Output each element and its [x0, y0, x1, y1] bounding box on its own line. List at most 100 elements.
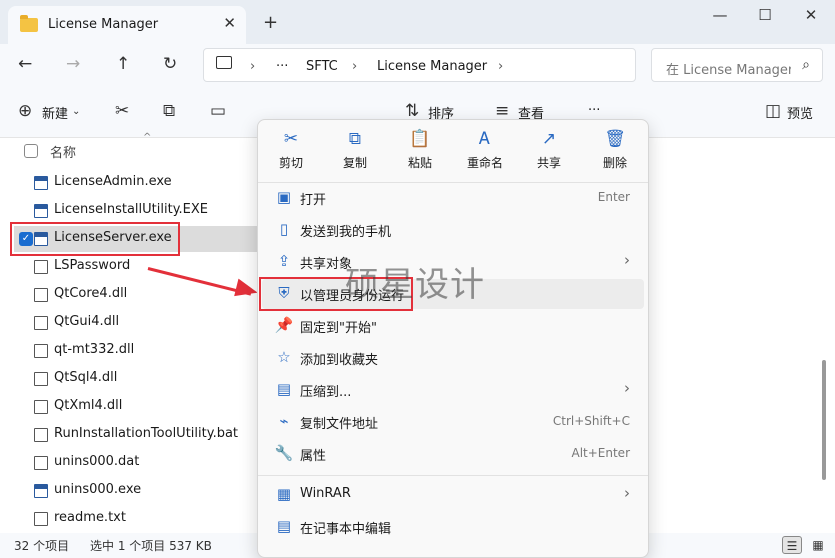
list-item[interactable]: LicenseAdmin.exe: [14, 170, 254, 196]
file-icon: [34, 260, 48, 274]
tab-title: License Manager: [48, 17, 159, 32]
back-button[interactable]: ←: [18, 54, 32, 74]
new-tab-button[interactable]: +: [263, 12, 278, 33]
breadcrumb-item-license-manager[interactable]: License Manager: [377, 59, 487, 74]
selection-info: 选中 1 个项目 537 KB: [90, 539, 212, 553]
scrollbar[interactable]: [822, 360, 826, 480]
details-view-button[interactable]: ☰: [782, 536, 802, 554]
delete-icon: 🗑: [604, 129, 626, 149]
preview-icon: ◫: [765, 101, 782, 121]
breadcrumb[interactable]: › ··· SFTC › License Manager ›: [203, 48, 636, 82]
tab-close-icon[interactable]: ✕: [223, 14, 236, 32]
preview-button[interactable]: 预览: [787, 103, 813, 122]
exe-icon: [34, 204, 48, 218]
dll-icon: [34, 288, 48, 302]
select-all-checkbox[interactable]: [24, 144, 38, 158]
dll-icon: [34, 344, 48, 358]
list-item[interactable]: QtGui4.dll: [14, 310, 254, 336]
winrar-icon: ▦: [276, 485, 292, 503]
search-placeholder: 在 License Manager 中搜索: [666, 63, 791, 78]
list-item[interactable]: QtXml4.dll: [14, 394, 254, 420]
phone-icon: ▯: [279, 220, 289, 238]
zip-icon: ▤: [276, 380, 292, 398]
search-input[interactable]: 在 License Manager 中搜索 ⌕: [651, 48, 823, 82]
context-menu: ✂ 剪切 ⧉ 复制 📋 粘贴 Ꭺ 重命名 ↗ 共享 🗑 删除 ▣ 打开 Enter ▯ 发送到我的…: [257, 119, 649, 558]
up-button[interactable]: ↑: [116, 54, 130, 74]
share-button[interactable]: ↗ 共享: [520, 128, 578, 178]
star-icon: ☆: [277, 348, 291, 366]
maximize-button[interactable]: ☐: [750, 6, 780, 28]
item-count: 32 个项目: [14, 539, 70, 553]
share-with-icon: ⇪: [277, 252, 291, 270]
list-item[interactable]: LicenseInstallUtility.EXE: [14, 198, 254, 224]
watermark: 硕星设计: [345, 265, 485, 305]
close-button[interactable]: ✕: [796, 6, 826, 28]
chevron-right-icon: ›: [624, 484, 630, 502]
view-icon: ≡: [495, 101, 510, 121]
menu-item-add-to-favorites[interactable]: ☆ 添加到收藏夹: [262, 343, 644, 373]
text-file-icon: [34, 512, 48, 526]
chevron-down-icon: ⌄: [72, 106, 81, 117]
new-icon: ⊕: [18, 101, 33, 121]
copy-icon: ⧉: [348, 129, 362, 149]
bat-icon: [34, 428, 48, 442]
cut-icon[interactable]: ✂: [115, 101, 129, 121]
list-item[interactable]: unins000.dat: [14, 450, 254, 476]
menu-item-open[interactable]: ▣ 打开 Enter: [262, 183, 644, 213]
menu-item-winrar[interactable]: ▦ WinRAR ›: [262, 480, 644, 510]
notepad-icon: ▤: [276, 517, 292, 535]
column-header-name[interactable]: 名称: [50, 142, 76, 161]
list-item[interactable]: RunInstallationToolUtility.bat: [14, 422, 254, 448]
menu-item-copy-path[interactable]: ⌁ 复制文件地址 Ctrl+Shift+C: [262, 407, 644, 437]
copy-button[interactable]: ⧉ 复制: [326, 128, 384, 178]
list-item[interactable]: QtSql4.dll: [14, 366, 254, 392]
menu-item-compress[interactable]: ▤ 压缩到... ›: [262, 375, 644, 405]
breadcrumb-more[interactable]: ···: [276, 59, 288, 74]
chevron-right-icon: ›: [624, 379, 630, 397]
paste-button[interactable]: 📋 粘贴: [391, 128, 449, 178]
chevron-right-icon: ›: [624, 251, 630, 269]
folder-icon: [20, 15, 38, 32]
copy-icon[interactable]: ⧉: [163, 101, 175, 121]
refresh-button[interactable]: ↻: [163, 54, 177, 74]
computer-icon: [216, 56, 232, 69]
tiles-view-button[interactable]: ▦: [808, 536, 828, 554]
menu-item-edit-in-notepad[interactable]: ▤ 在记事本中编辑: [262, 512, 644, 542]
menu-item-properties[interactable]: 🔧 属性 Alt+Enter: [262, 439, 644, 469]
file-icon: [34, 456, 48, 470]
menu-item-pin-to-start[interactable]: 📌 固定到"开始": [262, 311, 644, 341]
title-bar: License Manager ✕ + — ☐ ✕: [0, 0, 835, 44]
dll-icon: [34, 372, 48, 386]
list-item[interactable]: readme.txt: [14, 506, 254, 532]
new-button[interactable]: 新建: [42, 103, 68, 122]
annotation-box-file: [10, 222, 180, 256]
minimize-button[interactable]: —: [705, 6, 735, 28]
pin-icon: 📌: [274, 316, 294, 334]
breadcrumb-item-sftc[interactable]: SFTC: [306, 59, 338, 74]
installer-icon: [34, 484, 48, 498]
cut-button[interactable]: ✂ 剪切: [262, 128, 320, 178]
address-bar: ← → ↑ ↻ › ··· SFTC › License Manager › 在…: [0, 44, 835, 86]
list-item[interactable]: qt-mt332.dll: [14, 338, 254, 364]
share-icon: ↗: [541, 129, 557, 149]
dll-icon: [34, 400, 48, 414]
copy-path-icon: ⌁: [279, 412, 289, 430]
forward-button[interactable]: →: [66, 54, 80, 74]
delete-button[interactable]: 🗑 删除: [586, 128, 644, 178]
menu-item-send-to-phone[interactable]: ▯ 发送到我的手机: [262, 215, 644, 245]
rename-button[interactable]: Ꭺ 重命名: [456, 128, 514, 178]
rename-icon: Ꭺ: [479, 129, 491, 149]
paste-icon[interactable]: ▭: [210, 101, 226, 121]
sort-arrow-icon: ^: [143, 132, 152, 143]
wrench-icon: 🔧: [274, 444, 294, 462]
cut-icon: ✂: [283, 129, 299, 149]
open-icon: ▣: [276, 188, 292, 206]
dll-icon: [34, 316, 48, 330]
menu-divider: [258, 475, 648, 476]
list-item[interactable]: LSPassword: [14, 254, 254, 280]
sort-icon: ⇅: [405, 101, 420, 121]
list-item[interactable]: unins000.exe: [14, 478, 254, 504]
more-button[interactable]: ···: [588, 103, 600, 118]
tab-license-manager[interactable]: License Manager ✕: [8, 6, 246, 44]
exe-icon: [34, 176, 48, 190]
